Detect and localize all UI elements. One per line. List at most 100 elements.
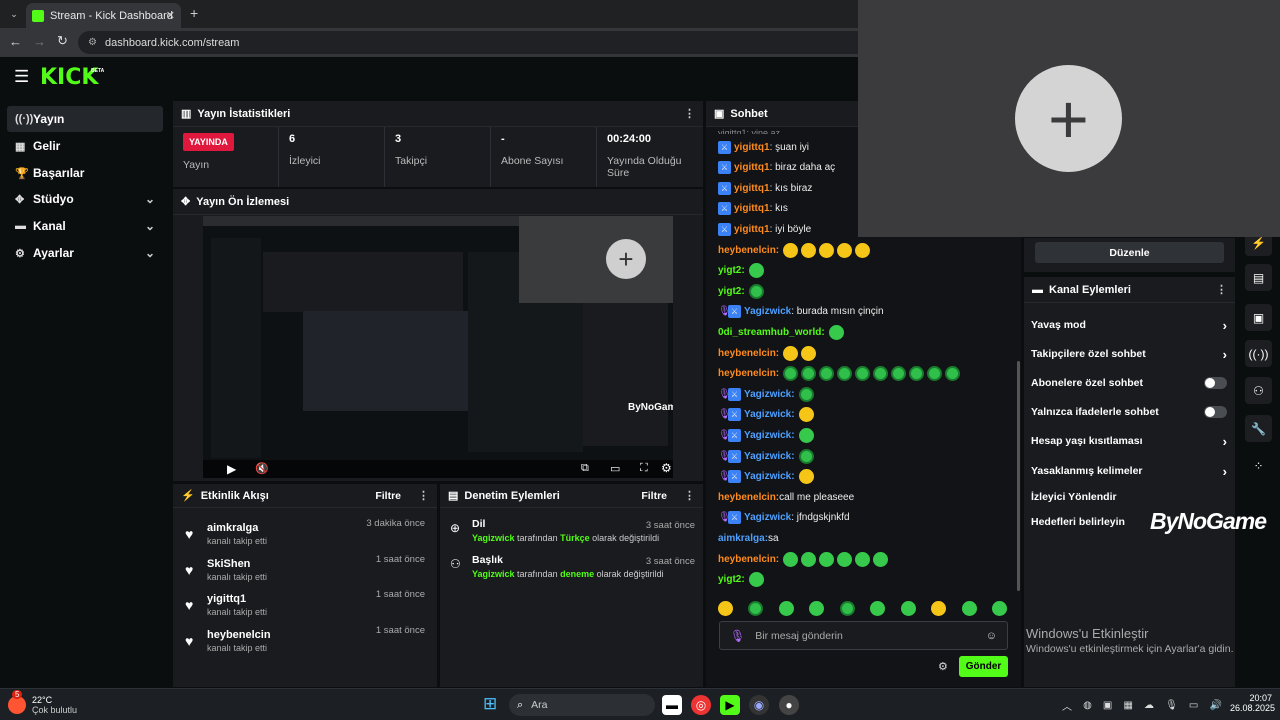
edit-button[interactable]: Düzenle	[1035, 242, 1224, 263]
windows-start-icon[interactable]: ⊞	[483, 694, 497, 714]
chat-username[interactable]: heybenelcin:	[718, 554, 779, 565]
activity-user[interactable]: yigittq1	[207, 593, 267, 605]
activity-user[interactable]: aimkralga	[207, 522, 267, 534]
toggle-switch[interactable]	[1204, 377, 1227, 389]
network-icon[interactable]: ▭	[1189, 700, 1198, 711]
channel-action-item[interactable]: Takipçilere özel sohbet ›	[1031, 341, 1227, 367]
wrench-rail-icon[interactable]: 🔧	[1245, 415, 1272, 442]
add-source-icon[interactable]: +	[1015, 65, 1122, 172]
sidebar-item-studyo[interactable]: ✥ Stüdyo ⌄	[7, 186, 163, 212]
play-icon[interactable]: ▶	[227, 462, 236, 476]
weather-widget[interactable]: 5 22°C Çok bulutlu	[8, 690, 77, 718]
puzzle-rail-icon[interactable]: ⁘	[1245, 452, 1272, 479]
moderator-name[interactable]: Yagizwick	[472, 569, 515, 579]
mic-tray-icon[interactable]: 🎙	[1165, 700, 1178, 711]
chat-settings-icon[interactable]: ⚙	[938, 660, 948, 673]
emote-icon[interactable]	[718, 600, 733, 616]
mute-icon[interactable]: 🔇	[255, 462, 269, 475]
kick-logo[interactable]: KICK	[40, 65, 98, 90]
chat-username[interactable]: yigt2:	[718, 574, 745, 585]
chat-username[interactable]: Yagizwick:	[744, 409, 795, 420]
emote-icon[interactable]	[870, 600, 886, 616]
emoji-icon[interactable]: ☺	[986, 630, 997, 642]
channel-action-item[interactable]: İzleyici Yönlendir	[1031, 484, 1227, 510]
broadcast-rail-icon[interactable]: ((·))	[1245, 340, 1272, 367]
chat-username[interactable]: yigittq1	[734, 224, 770, 235]
fullscreen-icon[interactable]: ⛶	[640, 462, 648, 475]
chat-username[interactable]: heybenelcin:	[718, 368, 779, 379]
chat-rail-icon[interactable]: ▣	[1245, 304, 1272, 331]
chat-username[interactable]: Yagizwick:	[744, 451, 795, 462]
chrome-icon[interactable]: ◎	[691, 695, 711, 715]
file-explorer-icon[interactable]: ▬	[662, 695, 682, 715]
menu-icon[interactable]: ☰	[14, 67, 29, 87]
theater-icon[interactable]: ▭	[610, 462, 620, 475]
moderator-name[interactable]: Yagizwick	[472, 533, 515, 543]
chat-username[interactable]: yigittq1	[734, 183, 770, 194]
more-options-icon[interactable]: ⋮	[418, 489, 429, 502]
kick-taskbar-icon[interactable]: ▶	[720, 695, 740, 715]
tab-list-icon[interactable]: ⌄	[6, 6, 22, 22]
chat-username[interactable]: yigt2:	[718, 265, 745, 276]
chat-username[interactable]: 0di_streamhub_world:	[718, 327, 825, 338]
settings-icon[interactable]: ⚙	[661, 461, 672, 475]
forward-icon[interactable]: →	[33, 34, 46, 49]
filter-button[interactable]: Filtre	[375, 490, 401, 502]
chat-username[interactable]: yigittq1	[734, 162, 770, 173]
reload-icon[interactable]: ↻	[57, 33, 68, 49]
steam-icon[interactable]: ◍	[1083, 700, 1092, 711]
document-rail-icon[interactable]: ▤	[1245, 264, 1272, 291]
emote-icon[interactable]	[931, 600, 947, 616]
chat-username[interactable]: yigt2:	[718, 286, 745, 297]
user-rail-icon[interactable]: ⚇	[1245, 377, 1272, 404]
nvidia-icon[interactable]: ▣	[1103, 700, 1112, 711]
channel-action-item[interactable]: Yavaş mod ›	[1031, 312, 1227, 338]
emote-icon[interactable]	[991, 600, 1007, 616]
chat-scrollbar[interactable]	[1017, 361, 1020, 591]
sidebar-item-kanal[interactable]: ▬ Kanal ⌄	[7, 213, 163, 239]
emote-icon[interactable]	[839, 600, 855, 616]
clock[interactable]: 20:07 26.08.2025	[1230, 693, 1275, 713]
more-options-icon[interactable]: ⋮	[684, 107, 695, 120]
taskbar-search[interactable]: ⌕ Ara	[509, 694, 655, 716]
video-player[interactable]: + ByNoGame ▶ 🔇 ⧉ ▭ ⛶ ⚙	[203, 216, 673, 478]
sidebar-item-basarilar[interactable]: 🏆 Başarılar	[7, 160, 163, 186]
obs-icon[interactable]: ◉	[749, 695, 769, 715]
chat-username[interactable]: yigittq1	[734, 142, 770, 153]
chat-username[interactable]: yigittq1	[734, 203, 770, 214]
browser-tab[interactable]: Stream - Kick Dashboard ✕	[26, 3, 181, 28]
tray-expand-icon[interactable]: ︿	[1062, 698, 1072, 713]
emote-icon[interactable]	[961, 600, 977, 616]
channel-action-item[interactable]: Hesap yaşı kısıtlaması ›	[1031, 428, 1227, 454]
chat-username[interactable]: aimkralga:	[718, 533, 768, 544]
chat-username[interactable]: Yagizwick:	[744, 389, 795, 400]
channel-action-item[interactable]: Yasaklanmış kelimeler ›	[1031, 458, 1227, 484]
emote-icon[interactable]	[748, 600, 764, 616]
chat-username[interactable]: Yagizwick:	[744, 430, 795, 441]
pip-icon[interactable]: ⧉	[581, 462, 589, 475]
more-options-icon[interactable]: ⋮	[684, 489, 695, 502]
filter-button[interactable]: Filtre	[641, 490, 667, 502]
app-icon[interactable]: ●	[779, 695, 799, 715]
chat-username[interactable]: Yagizwick	[744, 306, 791, 317]
chat-username[interactable]: heybenelcin:	[718, 348, 779, 359]
emote-icon[interactable]	[900, 600, 916, 616]
send-button[interactable]: Gönder	[959, 656, 1008, 677]
back-icon[interactable]: ←	[9, 34, 22, 49]
channel-action-item[interactable]: Yalnızca ifadelerle sohbet	[1031, 399, 1227, 425]
chat-username[interactable]: heybenelcin:	[718, 245, 779, 256]
new-tab-icon[interactable]: +	[190, 5, 198, 21]
emote-icon[interactable]	[778, 600, 794, 616]
url-input[interactable]: ⚙ dashboard.kick.com/stream	[78, 31, 878, 54]
sidebar-item-yayin[interactable]: ((·)) Yayın	[7, 106, 163, 132]
chat-input[interactable]: 🎙 Bir mesaj gönderin ☺	[719, 621, 1008, 650]
onedrive-icon[interactable]: ☁	[1144, 700, 1154, 711]
sidebar-item-ayarlar[interactable]: ⚙ Ayarlar ⌄	[7, 240, 163, 266]
more-options-icon[interactable]: ⋮	[1216, 283, 1227, 296]
chat-username[interactable]: Yagizwick:	[744, 471, 795, 482]
site-info-icon[interactable]: ⚙	[88, 37, 97, 48]
emote-icon[interactable]	[809, 600, 825, 616]
close-tab-icon[interactable]: ✕	[166, 9, 175, 22]
activity-user[interactable]: SkiShen	[207, 558, 267, 570]
volume-icon[interactable]: 🔊	[1209, 700, 1221, 711]
